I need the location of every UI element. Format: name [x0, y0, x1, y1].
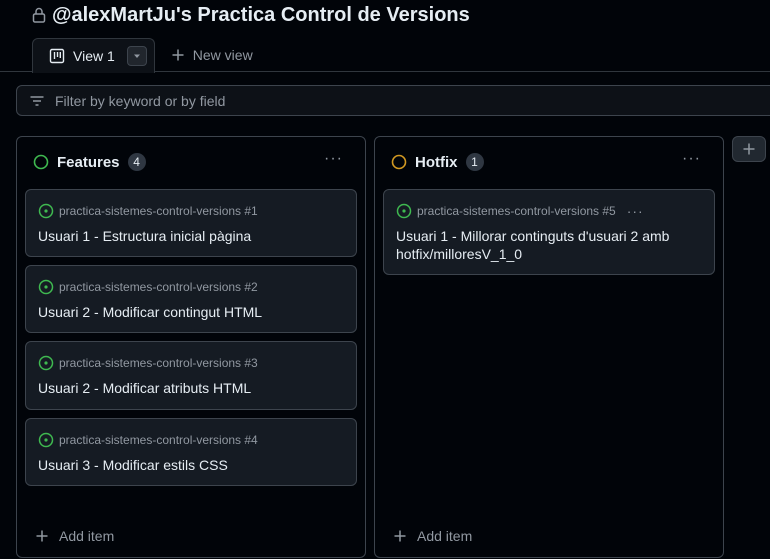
plus-icon	[394, 530, 406, 542]
filter-icon	[30, 95, 44, 106]
add-item-label: Add item	[59, 528, 115, 544]
lock-icon	[32, 7, 46, 23]
card[interactable]: practica-sistemes-control-versions #1 Us…	[25, 189, 357, 257]
card-meta: practica-sistemes-control-versions #4	[38, 432, 258, 448]
card-repo[interactable]: practica-sistemes-control-versions #3	[59, 356, 258, 370]
plus-icon	[36, 530, 48, 542]
column-count-badge: 1	[465, 153, 484, 171]
card-title[interactable]: Usuari 3 - Modificar estils CSS	[38, 456, 338, 474]
status-circle-icon	[33, 154, 49, 170]
column-menu-button[interactable]: ···	[324, 151, 343, 167]
issue-opened-icon	[396, 203, 412, 219]
issue-opened-icon	[38, 355, 54, 371]
add-column-button[interactable]	[732, 136, 766, 162]
filter-bar	[16, 85, 770, 116]
card-meta: practica-sistemes-control-versions #3	[38, 355, 258, 371]
add-item-label: Add item	[417, 528, 473, 544]
column-name: Features	[57, 153, 120, 171]
table-view-icon	[49, 48, 65, 64]
view-options-button[interactable]	[126, 46, 147, 66]
issue-opened-icon	[38, 279, 54, 295]
view-tabs: View 1 New view	[32, 37, 269, 73]
column-header: Hotfix 1	[391, 152, 484, 172]
card-meta: practica-sistemes-control-versions #2	[38, 279, 258, 295]
column-header: Features 4	[33, 152, 146, 172]
card-meta: practica-sistemes-control-versions #5 ··…	[396, 203, 644, 219]
title-row: @alexMartJu's Practica Control de Versio…	[32, 3, 470, 27]
issue-opened-icon	[38, 203, 54, 219]
card-repo[interactable]: practica-sistemes-control-versions #5	[417, 204, 616, 218]
column-features: Features 4 ··· practica-sistemes-control…	[16, 136, 366, 558]
new-view-button[interactable]: New view	[155, 37, 269, 72]
card-title[interactable]: Usuari 2 - Modificar atributs HTML	[38, 379, 338, 397]
card-meta: practica-sistemes-control-versions #1	[38, 203, 258, 219]
column-hotfix: Hotfix 1 ··· practica-sistemes-control-v…	[374, 136, 724, 558]
card[interactable]: practica-sistemes-control-versions #2 Us…	[25, 265, 357, 333]
column-name: Hotfix	[415, 153, 458, 171]
card-repo[interactable]: practica-sistemes-control-versions #4	[59, 433, 258, 447]
plus-icon	[172, 49, 184, 60]
card-title[interactable]: Usuari 2 - Modificar contingut HTML	[38, 303, 338, 321]
kebab-horizontal-icon: ···	[682, 150, 701, 167]
kebab-horizontal-icon: ···	[626, 203, 644, 219]
kebab-horizontal-icon: ···	[324, 150, 343, 167]
card-title[interactable]: Usuari 1 - Millorar continguts d'usuari …	[396, 227, 696, 263]
status-circle-icon	[391, 154, 407, 170]
card[interactable]: practica-sistemes-control-versions #5 ··…	[383, 189, 715, 275]
filter-input[interactable]	[53, 91, 557, 110]
triangle-down-icon	[133, 54, 140, 58]
card-repo[interactable]: practica-sistemes-control-versions #2	[59, 280, 258, 294]
column-count-badge: 4	[127, 153, 146, 171]
add-item-button[interactable]: Add item	[35, 528, 114, 544]
tab-label: View 1	[73, 48, 115, 64]
column-menu-button[interactable]: ···	[682, 151, 701, 167]
card-menu-button[interactable]: ···	[627, 203, 644, 219]
card-repo[interactable]: practica-sistemes-control-versions #1	[59, 204, 258, 218]
tab-view-1[interactable]: View 1	[32, 38, 155, 73]
project-header: @alexMartJu's Practica Control de Versio…	[0, 0, 770, 73]
add-item-button[interactable]: Add item	[393, 528, 472, 544]
card[interactable]: practica-sistemes-control-versions #3 Us…	[25, 341, 357, 410]
issue-opened-icon	[38, 432, 54, 448]
card[interactable]: practica-sistemes-control-versions #4 Us…	[25, 418, 357, 486]
plus-icon	[743, 143, 755, 155]
new-view-label: New view	[192, 46, 253, 63]
card-title[interactable]: Usuari 1 - Estructura inicial pàgina	[38, 227, 338, 245]
project-title: @alexMartJu's Practica Control de Versio…	[52, 3, 470, 26]
